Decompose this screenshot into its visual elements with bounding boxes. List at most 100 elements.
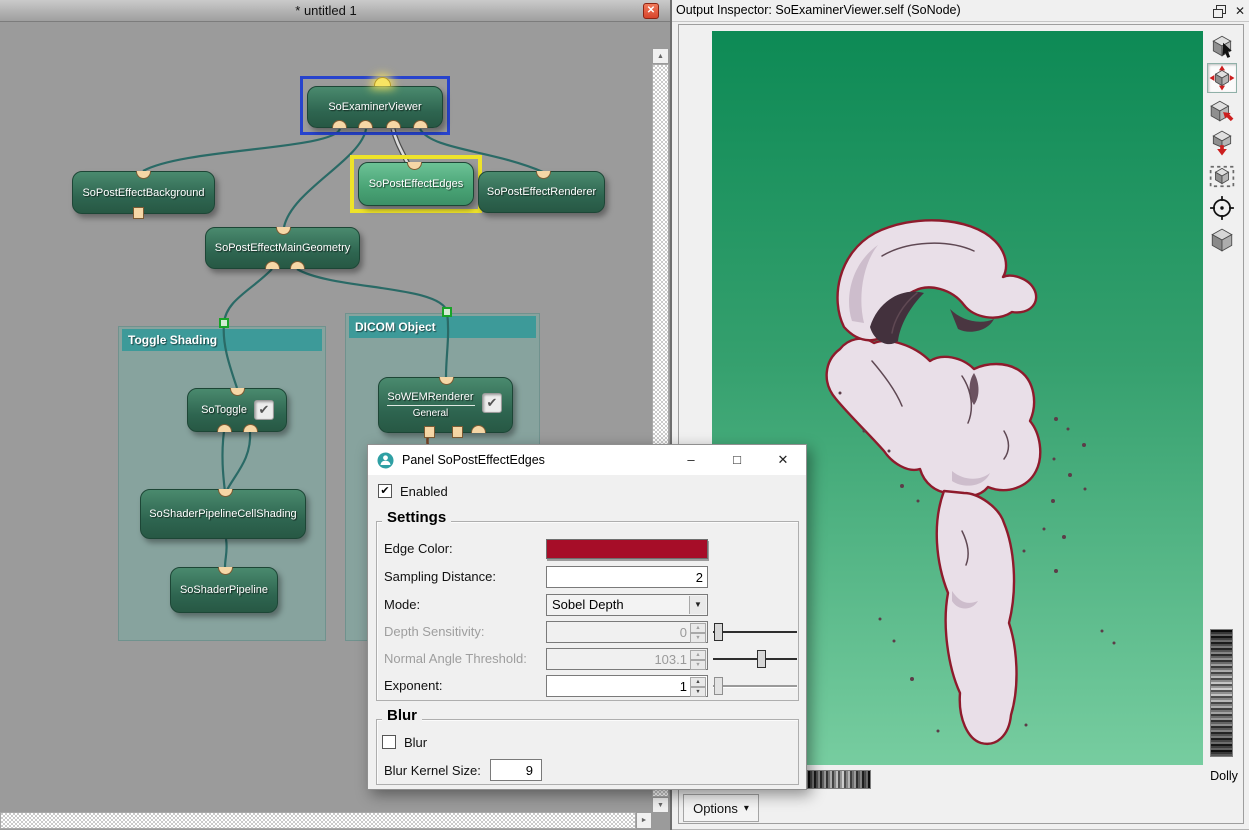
blur-legend: Blur	[382, 707, 422, 724]
input-connector-square[interactable]	[452, 426, 463, 438]
focus-crosshair-icon[interactable]	[1207, 193, 1237, 223]
slider-track[interactable]	[713, 685, 797, 687]
node-sowemrenderer[interactable]: SoWEMRenderer General ✔	[378, 377, 513, 433]
node-enable-checkbox[interactable]: ✔	[482, 393, 502, 413]
slider-handle[interactable]	[714, 623, 723, 641]
node-soshaderpipeline[interactable]: SoShaderPipeline	[170, 567, 278, 613]
scroll-down-icon[interactable]: ▼	[652, 797, 669, 813]
input-connector-square[interactable]	[424, 426, 435, 438]
depth-sensitivity-label: Depth Sensitivity:	[384, 624, 484, 639]
input-connector[interactable]	[358, 120, 373, 128]
enabled-checkbox[interactable]: ✔	[378, 484, 392, 498]
node-soposteffectedges[interactable]: SoPostEffectEdges	[358, 162, 474, 206]
close-icon[interactable]: ✕	[1232, 2, 1248, 20]
inspector-title: Output Inspector: SoExaminerViewer.self …	[676, 0, 961, 21]
input-connector[interactable]	[413, 120, 428, 128]
sampling-distance-field[interactable]	[546, 566, 708, 588]
output-connector[interactable]	[218, 567, 233, 575]
rotate-thumbwheel[interactable]	[807, 770, 871, 789]
slider-handle[interactable]	[714, 677, 723, 695]
blur-kernel-field[interactable]	[490, 759, 542, 781]
mode-value: Sobel Depth	[552, 597, 624, 612]
blur-kernel-input[interactable]	[491, 760, 541, 780]
exponent-slider[interactable]	[713, 675, 797, 697]
node-soexaminerviewer[interactable]: SoExaminerViewer	[307, 86, 443, 128]
blur-checkbox[interactable]	[382, 735, 396, 749]
input-connector-square[interactable]	[133, 207, 144, 219]
node-label: SoPostEffectRenderer	[487, 186, 596, 198]
float-window-icon[interactable]	[1213, 5, 1226, 18]
slider-track[interactable]	[713, 658, 797, 660]
dialog-titlebar[interactable]: Panel SoPostEffectEdges – □ ✕	[368, 445, 806, 475]
edge-color-label: Edge Color:	[384, 541, 453, 556]
pan-camera-icon[interactable]	[1207, 63, 1237, 93]
output-connector[interactable]	[230, 388, 245, 396]
input-connector[interactable]	[243, 424, 258, 432]
dolly-label: Dolly	[1201, 769, 1247, 783]
edge-color-swatch[interactable]	[546, 539, 708, 559]
spin-up-icon: ▲	[690, 623, 706, 633]
panel-dialog: Panel SoPostEffectEdges – □ ✕ ✔ Enabled …	[367, 444, 807, 790]
node-label: SoShaderPipeline	[180, 584, 268, 596]
output-connector[interactable]	[536, 171, 551, 179]
input-connector[interactable]	[217, 424, 232, 432]
output-connector[interactable]	[407, 162, 422, 170]
graph-horizontal-scrollbar[interactable]: ►	[0, 812, 652, 829]
mode-label: Mode:	[384, 597, 420, 612]
dialog-body: ✔ Enabled Settings Edge Color: Sampling …	[368, 475, 806, 789]
depth-sensitivity-slider[interactable]	[713, 621, 797, 643]
sampling-distance-input[interactable]	[547, 567, 707, 587]
spin-down-icon: ▼	[690, 660, 706, 670]
spin-up-icon: ▲	[690, 650, 706, 660]
perspective-cube-icon[interactable]	[1207, 225, 1237, 255]
node-enable-checkbox[interactable]: ✔	[254, 400, 274, 420]
mode-dropdown[interactable]: Sobel Depth ▼	[546, 594, 708, 616]
close-icon[interactable]: ✕	[760, 445, 806, 475]
node-soposteffectbackground[interactable]: SoPostEffectBackground	[72, 171, 215, 214]
spin-down-icon: ▼	[690, 633, 706, 643]
node-label: SoPostEffectMainGeometry	[215, 242, 351, 254]
input-connector[interactable]	[290, 261, 305, 269]
slider-track[interactable]	[713, 631, 797, 633]
normal-angle-slider[interactable]	[713, 648, 797, 670]
input-connector[interactable]	[332, 120, 347, 128]
inspector-titlebar: Output Inspector: SoExaminerViewer.self …	[672, 0, 1249, 22]
exponent-label: Exponent:	[384, 678, 443, 693]
node-label: SoExaminerViewer	[328, 101, 421, 113]
group-crossing-square	[219, 318, 229, 328]
combo-arrow-icon[interactable]: ▼	[689, 596, 706, 614]
view-down-icon[interactable]	[1207, 128, 1237, 158]
input-connector[interactable]	[471, 425, 486, 433]
spinbox-arrows[interactable]: ▲▼	[690, 677, 706, 695]
output-connector[interactable]	[218, 489, 233, 497]
node-sotoggle[interactable]: SoToggle ✔	[187, 388, 287, 432]
scrollbar-track[interactable]	[0, 812, 636, 829]
node-soposteffectmaingeometry[interactable]: SoPostEffectMainGeometry	[205, 227, 360, 269]
dolly-thumbwheel[interactable]	[1210, 629, 1233, 757]
output-connector[interactable]	[136, 171, 151, 179]
close-icon[interactable]: ✕	[643, 3, 659, 19]
dropdown-arrow-icon: ▾	[744, 803, 749, 814]
minimize-icon[interactable]: –	[668, 445, 714, 475]
node-soshaderpipelinecellshading[interactable]: SoShaderPipelineCellShading	[140, 489, 306, 539]
node-divider	[387, 405, 475, 406]
output-connector[interactable]	[276, 227, 291, 235]
spinbox-arrows: ▲▼	[690, 650, 706, 668]
node-soposteffectrenderer[interactable]: SoPostEffectRenderer	[478, 171, 605, 213]
exponent-field[interactable]: ▲▼	[546, 675, 708, 697]
maximize-icon[interactable]: □	[714, 445, 760, 475]
pick-cursor-icon[interactable]	[1207, 31, 1237, 61]
input-connector[interactable]	[265, 261, 280, 269]
scroll-up-icon[interactable]: ▲	[652, 48, 669, 64]
spin-up-icon: ▲	[690, 677, 706, 687]
scroll-right-icon[interactable]: ►	[636, 812, 652, 829]
slider-handle[interactable]	[757, 650, 766, 668]
view-all-icon[interactable]	[1207, 161, 1237, 191]
input-connector[interactable]	[386, 120, 401, 128]
seek-object-icon[interactable]	[1207, 96, 1237, 126]
panel-app-icon	[377, 452, 394, 469]
options-button[interactable]: Options ▾	[683, 794, 759, 822]
output-connector[interactable]	[439, 377, 454, 385]
node-tab-label: General	[413, 408, 449, 419]
exponent-input[interactable]	[547, 676, 691, 696]
